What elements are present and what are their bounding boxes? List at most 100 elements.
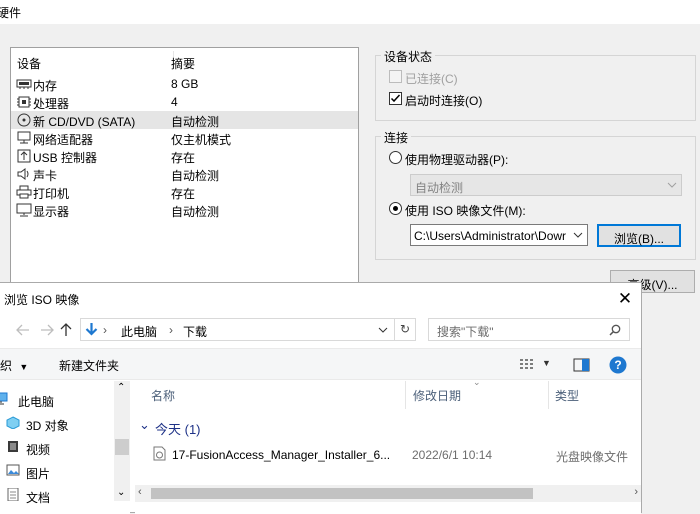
search-placeholder: 搜索"下载" bbox=[437, 325, 494, 339]
preview-pane-icon[interactable] bbox=[573, 358, 590, 372]
nav-item-videos[interactable]: 视频 bbox=[0, 437, 115, 457]
use-iso-file-label: 使用 ISO 映像文件(M): bbox=[405, 204, 526, 218]
printer-icon bbox=[16, 185, 32, 199]
use-physical-drive-label: 使用物理驱动器(P): bbox=[405, 153, 509, 167]
usb-icon bbox=[17, 149, 31, 163]
network-icon bbox=[17, 131, 31, 144]
device-row-cd-dvd[interactable]: 新 CD/DVD (SATA) 自动检测 bbox=[11, 111, 358, 129]
file-list[interactable]: 名称 ⌄ 修改日期 类型 ⌄ 今天 (1) 17-FusionAccess_Ma… bbox=[135, 377, 641, 514]
connection-label: 连接 bbox=[381, 129, 412, 146]
device-row-processor[interactable]: 处理器 4 bbox=[11, 93, 358, 111]
device-name: 内存 bbox=[33, 79, 58, 93]
horizontal-scroll-thumb[interactable] bbox=[151, 488, 533, 499]
device-row-printer[interactable]: 打印机 存在 bbox=[11, 183, 358, 201]
collapse-chevron-icon: ⌄ bbox=[139, 417, 150, 432]
browse-button-label: 浏览(B)... bbox=[614, 232, 664, 246]
forward-arrow-icon[interactable] bbox=[40, 324, 54, 336]
new-folder-button[interactable]: 新建文件夹 bbox=[59, 357, 119, 374]
downloads-icon bbox=[85, 323, 98, 336]
physical-drive-value: 自动检测 bbox=[415, 181, 464, 195]
device-list-header: 设备 摘要 bbox=[11, 48, 358, 72]
disc-image-file-icon bbox=[153, 446, 166, 461]
use-iso-file-radio[interactable] bbox=[389, 202, 402, 215]
up-arrow-icon[interactable] bbox=[60, 323, 72, 337]
device-name: 网络适配器 bbox=[33, 133, 94, 147]
scroll-up-icon[interactable]: ⌃ bbox=[117, 382, 125, 393]
scroll-left-icon[interactable]: ‹ bbox=[138, 486, 142, 498]
video-icon bbox=[8, 441, 18, 452]
column-header-type[interactable]: 类型 bbox=[555, 387, 579, 404]
nav-item-pictures[interactable]: 图片 bbox=[0, 461, 115, 481]
group-label: 今天 (1) bbox=[155, 422, 201, 437]
nav-item-3d-objects[interactable]: 3D 对象 bbox=[0, 413, 115, 433]
refresh-icon: ↻ bbox=[399, 322, 411, 336]
nav-scrollbar[interactable]: ⌃ ⌄ bbox=[114, 381, 130, 501]
column-header-device[interactable]: 设备 bbox=[17, 55, 41, 72]
view-dropdown-icon[interactable]: ▼ bbox=[542, 358, 551, 368]
connected-checkbox[interactable] bbox=[389, 70, 402, 83]
connected-label: 已连接(C) bbox=[405, 72, 458, 86]
device-summary: 仅主机模式 bbox=[171, 133, 232, 147]
sort-indicator-icon: ⌄ bbox=[473, 377, 481, 387]
file-name: 17-FusionAccess_Manager_Installer_6... bbox=[172, 448, 391, 462]
close-button[interactable]: ✕ bbox=[610, 287, 640, 311]
iso-path-combo[interactable]: C:\Users\Administrator\Dowr bbox=[410, 224, 588, 246]
device-row-sound[interactable]: 声卡 自动检测 bbox=[11, 165, 358, 183]
pictures-icon bbox=[6, 464, 20, 476]
connect-at-power-on-checkbox[interactable] bbox=[389, 92, 402, 105]
column-header-name[interactable]: 名称 bbox=[151, 387, 175, 404]
horizontal-scrollbar[interactable]: ‹ › bbox=[135, 485, 641, 502]
device-list[interactable]: 设备 摘要 内存 8 GB 处理器 4 新 CD/DVD (SATA) 自动检测… bbox=[10, 47, 359, 287]
device-name: USB 控制器 bbox=[33, 151, 98, 165]
cd-icon bbox=[17, 113, 31, 127]
device-name: 处理器 bbox=[33, 97, 70, 111]
speaker-icon bbox=[17, 168, 29, 180]
breadcrumb-separator-icon: › bbox=[169, 323, 173, 337]
nav-item-this-pc[interactable]: 此电脑 bbox=[0, 389, 115, 409]
cpu-icon bbox=[17, 96, 31, 108]
scroll-right-icon[interactable]: › bbox=[634, 486, 638, 498]
nav-item-documents[interactable]: 文档 bbox=[0, 485, 115, 505]
group-header-today[interactable]: ⌄ 今天 (1) bbox=[139, 417, 439, 437]
column-header-modified[interactable]: 修改日期 bbox=[413, 387, 461, 404]
chevron-down-icon bbox=[573, 232, 583, 238]
breadcrumb-downloads[interactable]: 下载 bbox=[183, 323, 207, 340]
nav-scroll-thumb[interactable] bbox=[115, 439, 129, 455]
device-summary: 存在 bbox=[171, 187, 196, 201]
physical-drive-select[interactable]: 自动检测 bbox=[410, 174, 682, 196]
breadcrumb-this-pc[interactable]: 此电脑 bbox=[121, 323, 157, 340]
organize-button[interactable]: 组织 ▼ bbox=[0, 357, 28, 374]
device-summary: 存在 bbox=[171, 151, 196, 165]
back-arrow-icon[interactable] bbox=[16, 324, 30, 336]
device-row-usb[interactable]: USB 控制器 存在 bbox=[11, 147, 358, 165]
column-divider[interactable] bbox=[548, 381, 549, 409]
device-summary: 8 GB bbox=[171, 77, 199, 91]
close-icon: ✕ bbox=[617, 289, 633, 308]
chevron-down-icon[interactable] bbox=[378, 327, 388, 334]
browse-button[interactable]: 浏览(B)... bbox=[597, 224, 681, 247]
3d-objects-icon bbox=[6, 416, 20, 429]
address-bar[interactable]: › 此电脑 › 下载 bbox=[80, 318, 395, 341]
refresh-button[interactable]: ↻ bbox=[395, 318, 416, 341]
navigation-bar: › 此电脑 › 下载 ↻ 搜索"下载" bbox=[0, 316, 641, 346]
file-row[interactable]: 17-FusionAccess_Manager_Installer_6... 2… bbox=[135, 443, 641, 465]
column-divider[interactable] bbox=[405, 381, 406, 409]
nav-item-label: 视频 bbox=[26, 443, 51, 457]
title-bar: 硬件 bbox=[0, 0, 700, 24]
nav-item-label: 3D 对象 bbox=[26, 419, 69, 433]
use-physical-drive-radio[interactable] bbox=[389, 151, 402, 164]
help-icon[interactable]: ? bbox=[609, 356, 627, 374]
device-row-network[interactable]: 网络适配器 仅主机模式 bbox=[11, 129, 358, 147]
nav-item-label: 文档 bbox=[26, 491, 51, 505]
breadcrumb-separator-icon: › bbox=[103, 323, 107, 337]
column-header-summary[interactable]: 摘要 bbox=[171, 55, 195, 72]
device-name: 新 CD/DVD (SATA) bbox=[33, 115, 136, 129]
view-options-icon[interactable] bbox=[519, 359, 535, 371]
scroll-down-icon[interactable]: ⌄ bbox=[117, 487, 125, 498]
dialog-title: 浏览 ISO 映像 bbox=[4, 293, 80, 307]
navigation-pane[interactable]: 此电脑 3D 对象 视频 图片 文档 ⌃ ⌄ bbox=[0, 381, 130, 514]
device-row-memory[interactable]: 内存 8 GB bbox=[11, 75, 358, 93]
device-name: 声卡 bbox=[33, 169, 58, 183]
device-row-display[interactable]: 显示器 自动检测 bbox=[11, 201, 358, 219]
search-input[interactable]: 搜索"下载" bbox=[428, 318, 630, 341]
